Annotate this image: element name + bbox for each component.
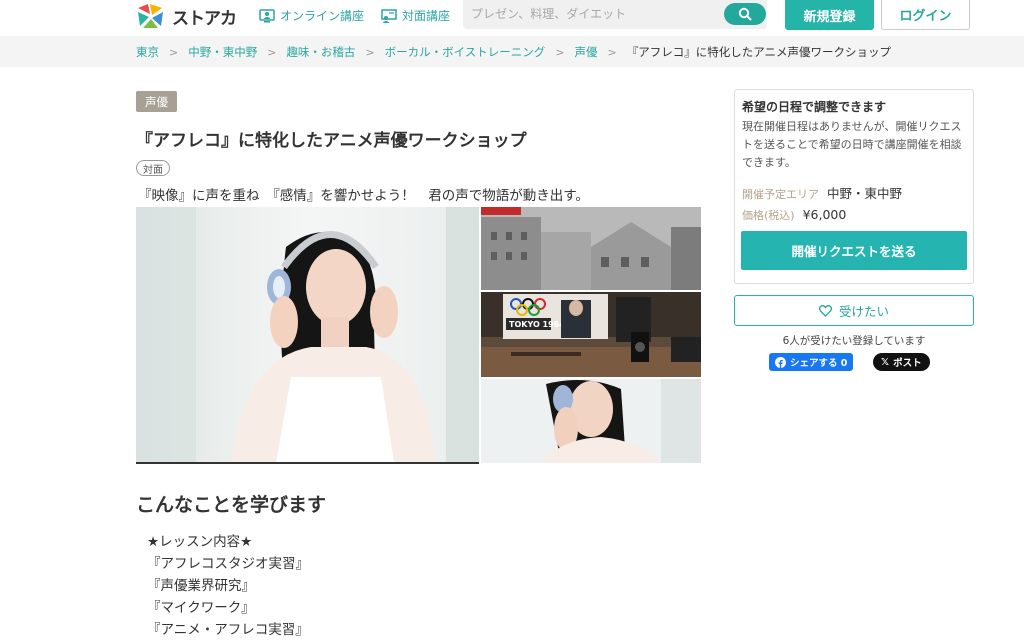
chevron-right-icon: > [365, 45, 375, 59]
schedule-request-box: 希望の日程で調整できます 現在開催日程はありませんが、開催リクエストを送ることで… [734, 89, 974, 284]
breadcrumb-item-current: 『アフレコ』に特化したアニメ声優ワークショップ [626, 45, 892, 59]
breadcrumb-bar: 東京 > 中野・東中野 > 趣味・お稽古 > ボーカル・ボイストレーニング > … [0, 36, 1024, 67]
facebook-icon [775, 356, 786, 368]
logo-text: ストアカ [172, 8, 237, 29]
breadcrumb-item-voice-actor[interactable]: 声優 [575, 44, 598, 60]
main-course-photo[interactable] [136, 207, 479, 463]
breadcrumb-item-tokyo[interactable]: 東京 [136, 44, 159, 60]
want-count-text: 6人が受けたい登録しています [782, 335, 926, 347]
search-bar [463, 0, 767, 29]
category-tag[interactable]: 声優 [136, 91, 177, 112]
logo-icon [138, 4, 163, 28]
breadcrumb-item-vocal[interactable]: ボーカル・ボイストレーニング [385, 44, 546, 60]
want-to-take-label: 受けたい [838, 304, 889, 319]
lesson-item: ★レッスン内容★ [147, 534, 253, 550]
lesson-item: 『アニメ・アフレコ実習』 [147, 622, 309, 638]
heart-icon [818, 304, 832, 317]
page-title: 『アフレコ』に特化したアニメ声優ワークショップ [136, 131, 527, 151]
lesson-item: 『アフレコスタジオ実習』 [147, 556, 309, 572]
want-to-take-button[interactable]: 受けたい [734, 295, 974, 326]
nav-online-courses[interactable]: オンライン講座 [259, 7, 364, 24]
facebook-share-label: シェアする 0 [790, 358, 848, 369]
nav-offline-label: 対面講座 [402, 9, 451, 23]
site-logo[interactable]: ストアカ [136, 2, 237, 30]
search-input[interactable] [471, 4, 721, 24]
chevron-right-icon: > [555, 45, 565, 59]
thumb-caption: TOKYO 1964 [509, 320, 565, 329]
breadcrumb-item-hobby[interactable]: 趣味・お稽古 [286, 44, 355, 60]
site-header: ストアカ オンライン講座 対面講座 新規登録 ログイン [0, 0, 1024, 36]
lesson-item: 『声優業界研究』 [147, 578, 255, 594]
area-value: 中野・東中野 [827, 186, 903, 201]
gallery-divider [136, 462, 479, 464]
gallery-thumb-3[interactable] [481, 379, 701, 463]
course-type-badge: 対面 [136, 160, 170, 176]
area-row: 開催予定エリア 中野・東中野 [742, 183, 902, 202]
gallery-thumb-2[interactable]: TOKYO 1964 [481, 292, 701, 377]
chevron-right-icon: > [267, 45, 277, 59]
price-label: 価格(税込) [742, 209, 795, 222]
register-button[interactable]: 新規登録 [785, 0, 874, 30]
schedule-description: 現在開催日程はありませんが、開催リクエストを送ることで希望の日時で講座開催を相談… [742, 120, 962, 169]
nav-offline-courses[interactable]: 対面講座 [381, 7, 450, 24]
x-post-button[interactable]: 𝕏 ポスト [873, 353, 930, 371]
lesson-item: 『マイクワーク』 [147, 600, 255, 616]
facebook-share-button[interactable]: シェアする 0 [769, 353, 854, 371]
search-icon [738, 7, 752, 21]
price-value: ¥6,000 [802, 207, 847, 222]
learn-heading: こんなことを学びます [136, 494, 327, 516]
price-row: 価格(税込) ¥6,000 [742, 207, 846, 223]
nav-online-label: オンライン講座 [280, 9, 365, 23]
send-request-button[interactable]: 開催リクエストを送る [741, 231, 967, 270]
login-button[interactable]: ログイン [881, 0, 970, 30]
chevron-right-icon: > [607, 45, 617, 59]
breadcrumb-item-nakano[interactable]: 中野・東中野 [188, 44, 257, 60]
area-label: 開催予定エリア [742, 188, 819, 201]
x-logo-icon: 𝕏 [881, 356, 890, 368]
search-button[interactable] [724, 3, 766, 25]
gallery-thumb-1[interactable] [481, 207, 701, 290]
monitor-icon [259, 8, 275, 22]
schedule-title: 希望の日程で調整できます [742, 100, 887, 114]
breadcrumb: 東京 > 中野・東中野 > 趣味・お稽古 > ボーカル・ボイストレーニング > … [136, 44, 891, 60]
course-subtitle: 『映像』に声を重ね 『感情』を響かせよう！ 君の声で物語が動き出す。 [138, 188, 589, 204]
chevron-right-icon: > [169, 45, 179, 59]
x-post-label: ポスト [893, 358, 922, 369]
classroom-icon [381, 8, 397, 23]
